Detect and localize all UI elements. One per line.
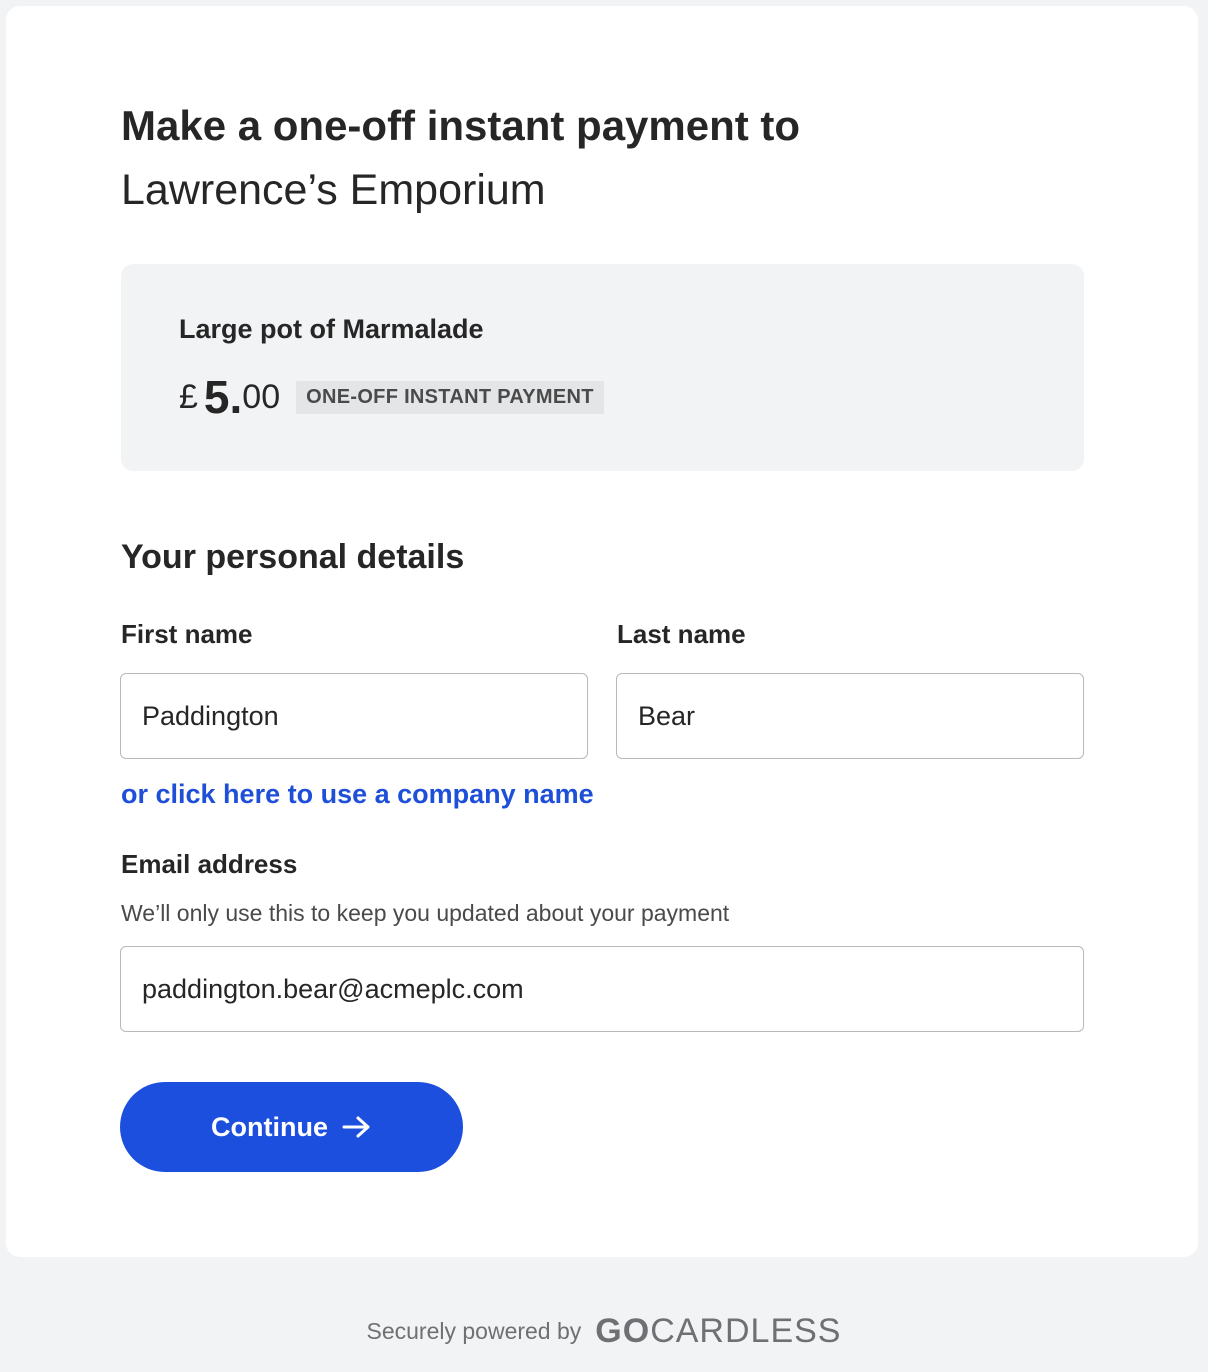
gocardless-logo: GOCARDLESS — [595, 1312, 841, 1351]
use-company-name-link[interactable]: or click here to use a company name — [121, 779, 594, 810]
last-name-field[interactable] — [616, 673, 1084, 759]
summary-item-description: Large pot of Marmalade — [179, 314, 484, 344]
first-name-field[interactable] — [120, 673, 588, 759]
email-hint: We’ll only use this to keep you updated … — [121, 900, 730, 926]
email-label: Email address — [121, 849, 298, 879]
payment-amount: £ 5. 00 ONE-OFF INSTANT PAYMENT — [179, 369, 604, 425]
section-title-personal-details: Your personal details — [121, 538, 465, 576]
first-name-label: First name — [121, 619, 253, 649]
amount-separator: . — [229, 371, 243, 423]
last-name-label: Last name — [617, 619, 746, 649]
amount-major: 5 — [203, 371, 230, 423]
footer-text: Securely powered by — [366, 1318, 582, 1344]
merchant-name: Lawrence’s Emporium — [121, 166, 546, 214]
page-title: Make a one-off instant payment to — [121, 102, 801, 149]
currency-symbol: £ — [179, 377, 198, 416]
logo-go: GO — [595, 1312, 651, 1350]
footer: Securely powered by GOCARDLESS — [0, 1312, 1208, 1351]
payment-card: Make a one-off instant payment to Lawren… — [6, 6, 1198, 1257]
continue-button-label: Continue — [211, 1111, 328, 1142]
amount-minor: 00 — [242, 377, 281, 416]
continue-button[interactable]: Continue — [120, 1082, 463, 1172]
email-field[interactable] — [120, 946, 1084, 1032]
logo-cardless: CARDLESS — [650, 1312, 842, 1350]
arrow-right-icon — [342, 1116, 370, 1138]
payment-type-badge: ONE-OFF INSTANT PAYMENT — [296, 380, 604, 414]
payment-summary: Large pot of Marmalade £ 5. 00 ONE-OFF IN… — [121, 264, 1084, 471]
